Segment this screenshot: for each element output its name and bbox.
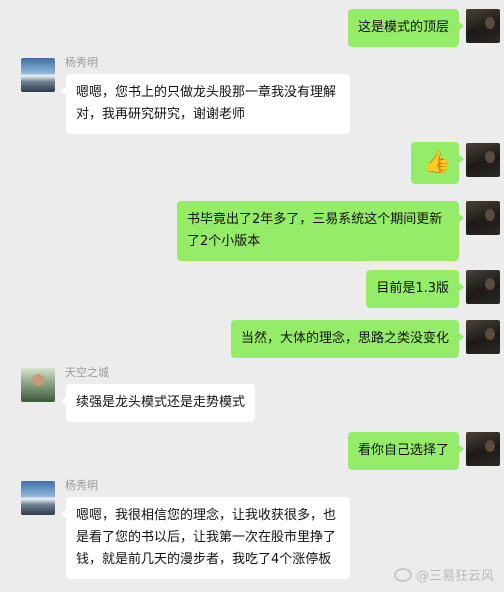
- sender-avatar[interactable]: [21, 481, 55, 515]
- chat-window: { "messages": [ {"id": "m1", "side": "se…: [0, 0, 504, 592]
- weibo-icon: [393, 567, 412, 582]
- message-bubble-other[interactable]: 续强是龙头模式还是走势模式: [60, 384, 256, 422]
- message-bubble-other[interactable]: 嗯嗯，您书上的只做龙头股那一章我没有理解对，我再研究研究，谢谢老师: [61, 74, 350, 134]
- watermark: @三易狂云风: [393, 565, 494, 584]
- self-avatar[interactable]: [466, 432, 500, 466]
- message-bubble-other[interactable]: 嗯嗯，我很相信您的理念，让我收获很多，也是看了您的书以后，让我第一次在股市里挣了…: [61, 497, 350, 579]
- watermark-text: @三易狂云风: [415, 569, 494, 584]
- message-bubble-self[interactable]: 看你自己选择了: [347, 432, 465, 470]
- self-avatar[interactable]: [466, 143, 500, 177]
- message-bubble-self[interactable]: 当然，大体的理念，思路之类没变化: [230, 320, 465, 358]
- self-avatar[interactable]: [466, 270, 500, 304]
- message-bubble-self[interactable]: 这是模式的顶层: [347, 9, 465, 47]
- message-bubble-self[interactable]: 目前是1.3版: [366, 270, 464, 308]
- sender-name: 杨秀明: [65, 479, 98, 492]
- thumbs-up-icon: 👍: [423, 150, 451, 175]
- message-bubble-self[interactable]: 书毕竟出了2年多了，三易系统这个期间更新了2个小版本: [177, 201, 464, 261]
- self-avatar[interactable]: [466, 320, 500, 354]
- sender-avatar[interactable]: [21, 368, 55, 402]
- sender-name: 杨秀明: [65, 56, 98, 69]
- self-avatar[interactable]: [466, 201, 500, 235]
- message-bubble-self[interactable]: 👍: [411, 142, 464, 184]
- self-avatar[interactable]: [466, 9, 500, 43]
- sender-name: 天空之城: [65, 366, 109, 379]
- sender-avatar[interactable]: [21, 58, 55, 92]
